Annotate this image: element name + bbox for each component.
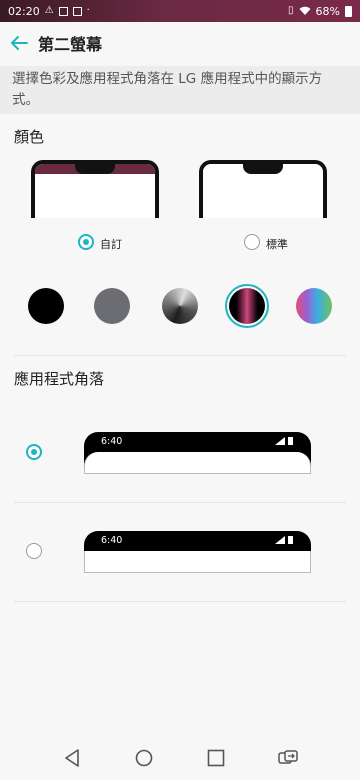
- rounded-corner-preview[interactable]: 6:40: [84, 432, 311, 474]
- preview-notch: [243, 164, 283, 174]
- swatch-rainbow[interactable]: [296, 288, 332, 324]
- preview-status-bar: 6:40: [84, 432, 311, 452]
- nav-home-button[interactable]: [134, 748, 154, 768]
- dual-screen-icon: [278, 750, 298, 764]
- battery-percent: 68%: [315, 4, 340, 18]
- standard-color-preview[interactable]: [199, 160, 327, 218]
- vibrate-icon: ▯: [288, 5, 294, 16]
- custom-radio-label[interactable]: 自訂: [100, 236, 122, 252]
- image-icon: [72, 6, 82, 16]
- battery-icon: [345, 5, 352, 17]
- corner-divider: [14, 601, 346, 602]
- battery-icon: [288, 536, 293, 544]
- status-bar: 02:20 ⚠ · ▯ 68%: [0, 0, 360, 22]
- corner-divider: [14, 502, 346, 503]
- recents-icon: [207, 749, 225, 767]
- page-title: 第二螢幕: [38, 35, 103, 54]
- wifi-icon: [299, 6, 311, 15]
- back-icon: [65, 749, 79, 767]
- square-corner-preview[interactable]: 6:40: [84, 531, 311, 573]
- home-icon: [135, 749, 153, 767]
- preview-time: 6:40: [101, 535, 123, 546]
- back-arrow-icon: [11, 36, 28, 50]
- sim-icon: [58, 6, 68, 16]
- custom-color-preview[interactable]: [31, 160, 159, 218]
- nav-back-button[interactable]: [62, 748, 82, 768]
- swatch-dark-gradient[interactable]: [162, 288, 198, 324]
- standard-radio-label[interactable]: 標準: [266, 236, 288, 252]
- signal-icon: [275, 536, 285, 544]
- preview-status-bar: 6:40: [84, 531, 311, 551]
- signal-icon: [275, 437, 285, 445]
- swatch-burgundy[interactable]: [229, 288, 265, 324]
- battery-icon: [288, 437, 293, 445]
- more-icon: ·: [86, 5, 90, 16]
- warning-icon: ⚠: [44, 5, 54, 16]
- app-header: 第二螢幕: [0, 22, 360, 64]
- standard-radio[interactable]: [244, 234, 260, 250]
- color-section-title: 顏色: [14, 128, 45, 146]
- preview-time: 6:40: [101, 436, 123, 447]
- preview-body: [84, 452, 311, 474]
- swatch-black[interactable]: [28, 288, 64, 324]
- rounded-corner-radio[interactable]: [26, 444, 42, 460]
- page-description: 選擇色彩及應用程式角落在 LG 應用程式中的顯示方式。: [0, 66, 360, 114]
- navigation-bar: [0, 730, 360, 780]
- preview-screen: [203, 174, 323, 218]
- square-corner-radio[interactable]: [26, 543, 42, 559]
- preview-body: [84, 551, 311, 573]
- back-button[interactable]: [8, 32, 30, 54]
- swatch-gray[interactable]: [94, 288, 130, 324]
- status-time: 02:20: [8, 4, 40, 18]
- preview-screen: [35, 174, 155, 218]
- corner-section-title: 應用程式角落: [14, 370, 105, 388]
- section-divider: [14, 355, 346, 356]
- preview-body-content: [84, 452, 311, 474]
- custom-radio[interactable]: [78, 234, 94, 250]
- nav-dual-screen-button[interactable]: [278, 748, 298, 768]
- nav-recents-button[interactable]: [206, 748, 226, 768]
- preview-notch: [75, 164, 115, 174]
